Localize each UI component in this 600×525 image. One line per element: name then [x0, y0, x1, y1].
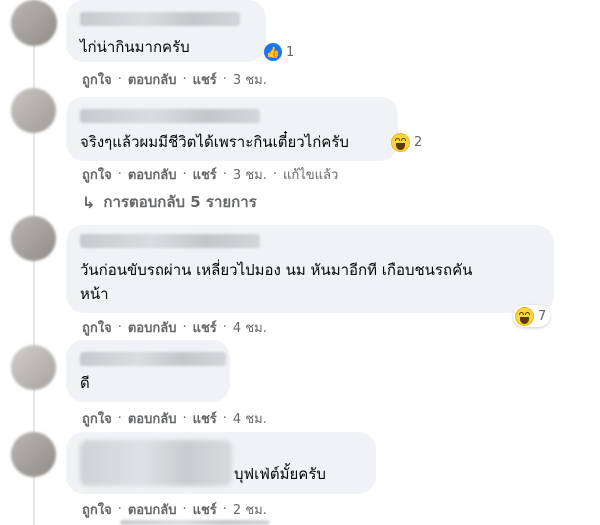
share-link[interactable]: แชร์: [193, 164, 217, 185]
commenter-name-redacted[interactable]: [80, 352, 226, 366]
reaction-summary[interactable]: 👍 1: [262, 41, 298, 63]
next-comment-redacted: [120, 520, 270, 525]
like-link[interactable]: ถูกใจ: [82, 164, 112, 185]
haha-emoji-icon: [515, 306, 534, 326]
reply-link[interactable]: ตอบกลับ: [128, 164, 177, 185]
comment-actions: ถูกใจ · ตอบกลับ · แชร์ · 2 ชม.: [82, 499, 267, 520]
comment-bubble: [66, 340, 230, 402]
like-link[interactable]: ถูกใจ: [82, 69, 112, 90]
reply-arrow-icon: ↳: [82, 192, 96, 212]
avatar[interactable]: [11, 0, 57, 46]
separator: ·: [117, 167, 122, 182]
like-link[interactable]: ถูกใจ: [82, 499, 112, 520]
comment-actions: ถูกใจ · ตอบกลับ · แชร์ · 4 ชม.: [82, 317, 267, 338]
like-link[interactable]: ถูกใจ: [82, 408, 112, 429]
reply-link[interactable]: ตอบกลับ: [128, 317, 177, 338]
separator: ·: [182, 167, 187, 182]
thumbs-up-icon: 👍: [264, 43, 282, 61]
commenter-name-redacted[interactable]: [80, 234, 260, 248]
separator: ·: [222, 167, 227, 182]
comment-text-line-1: วันก่อนขับรถผ่าน เหลี่ยวไปมอง นม หันมาอี…: [80, 261, 473, 279]
comment-actions: ถูกใจ · ตอบกลับ · แชร์ · 3 ชม.: [82, 69, 267, 90]
reaction-summary[interactable]: 7: [513, 305, 551, 327]
avatar[interactable]: [11, 432, 56, 477]
avatar[interactable]: [11, 216, 56, 261]
separator: ·: [117, 320, 122, 335]
separator: ·: [222, 411, 227, 426]
timestamp[interactable]: 4 ชม.: [233, 408, 267, 429]
comment-text: ไก่น่ากินมากครับ: [80, 38, 190, 56]
reaction-count: 7: [538, 308, 547, 324]
reaction-summary[interactable]: 2: [389, 131, 426, 153]
separator: ·: [182, 72, 187, 87]
avatar[interactable]: [11, 345, 56, 390]
reaction-count: 2: [414, 134, 423, 150]
reply-link[interactable]: ตอบกลับ: [128, 69, 177, 90]
separator: ·: [222, 72, 227, 87]
reply-link[interactable]: ตอบกลับ: [128, 408, 177, 429]
comment-actions: ถูกใจ · ตอบกลับ · แชร์ · 4 ชม.: [82, 408, 267, 429]
reply-link[interactable]: ตอบกลับ: [128, 499, 177, 520]
edited-label[interactable]: แก้ไขแล้ว: [283, 164, 338, 185]
haha-emoji-icon: [391, 132, 410, 152]
avatar[interactable]: [11, 88, 56, 133]
comment-text: ดี: [80, 374, 90, 392]
timestamp[interactable]: 3 ชม.: [233, 69, 267, 90]
share-link[interactable]: แชร์: [193, 408, 217, 429]
share-link[interactable]: แชร์: [193, 499, 217, 520]
like-link[interactable]: ถูกใจ: [82, 317, 112, 338]
replies-label: การตอบกลับ 5 รายการ: [103, 193, 257, 211]
timestamp[interactable]: 2 ชม.: [233, 499, 267, 520]
separator: ·: [182, 320, 187, 335]
separator: ·: [182, 411, 187, 426]
separator: ·: [117, 502, 122, 517]
separator: ·: [117, 411, 122, 426]
commenter-name-redacted[interactable]: [80, 12, 240, 26]
share-link[interactable]: แชร์: [193, 317, 217, 338]
comment-text-line-2: หน้า: [80, 285, 109, 303]
separator: ·: [182, 502, 187, 517]
comment-actions: ถูกใจ · ตอบกลับ · แชร์ · 3 ชม. · แก้ไขแล…: [82, 164, 338, 185]
comment-text: บุฟเฟ่ต์มั้ยครับ: [234, 465, 326, 483]
timestamp[interactable]: 4 ชม.: [233, 317, 267, 338]
share-link[interactable]: แชร์: [193, 69, 217, 90]
commenter-name-redacted[interactable]: [80, 440, 232, 486]
comment-text: จริงๆแล้วผมมีชีวิตได้เพราะกินเตี๋ยวไก่คร…: [80, 133, 349, 151]
view-replies-button[interactable]: ↳ การตอบกลับ 5 รายการ: [82, 190, 257, 214]
separator: ·: [117, 72, 122, 87]
separator: ·: [272, 167, 277, 182]
reaction-count: 1: [286, 44, 295, 60]
timestamp[interactable]: 3 ชม.: [233, 164, 267, 185]
commenter-name-redacted[interactable]: [80, 109, 260, 123]
separator: ·: [222, 320, 227, 335]
separator: ·: [222, 502, 227, 517]
